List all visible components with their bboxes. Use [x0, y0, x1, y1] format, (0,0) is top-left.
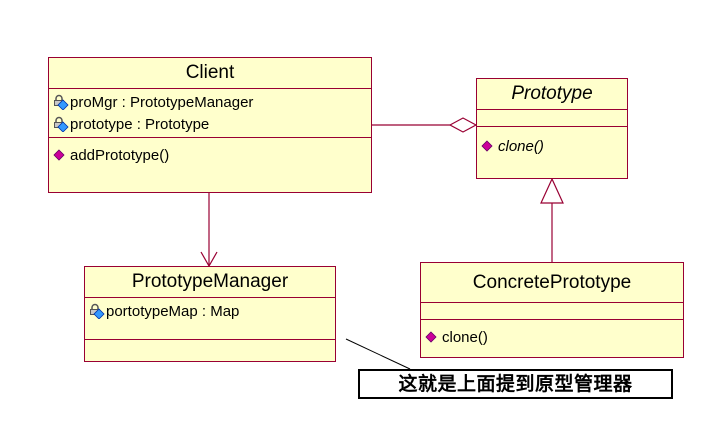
operation-row: addPrototype() [53, 144, 371, 166]
private-attribute-icon [53, 116, 69, 132]
operations-section [85, 340, 335, 344]
class-prototype-manager[interactable]: PrototypeManager portotypeMap : Map [84, 266, 336, 362]
operation-row: clone() [481, 135, 627, 157]
operations-section: clone() [477, 127, 627, 159]
class-name: PrototypeManager [85, 267, 335, 298]
public-operation-icon [481, 138, 497, 154]
class-concrete-prototype[interactable]: ConcretePrototype clone() [420, 262, 684, 358]
public-operation-icon [53, 147, 69, 163]
operation-text: clone() [442, 328, 488, 346]
attributes-section: portotypeMap : Map [85, 298, 335, 340]
attribute-row: portotypeMap : Map [89, 300, 335, 322]
attribute-text: portotypeMap : Map [106, 302, 240, 320]
attribute-text: proMgr : PrototypeManager [70, 93, 254, 111]
attribute-text: prototype : Prototype [70, 115, 210, 133]
aggregation-diamond [448, 117, 478, 133]
private-attribute-icon [53, 94, 69, 110]
operation-row: clone() [425, 326, 683, 348]
note-anchor-line [345, 338, 411, 370]
class-name: Prototype [477, 79, 627, 110]
attribute-row: prototype : Prototype [53, 113, 371, 135]
operations-section: addPrototype() [49, 138, 371, 168]
class-name: Client [49, 58, 371, 89]
attributes-section: proMgr : PrototypeManager prototype : Pr… [49, 89, 371, 138]
class-prototype[interactable]: Prototype clone() [476, 78, 628, 179]
operations-section: clone() [421, 320, 683, 350]
operation-text: clone() [498, 137, 544, 155]
attributes-section [477, 110, 627, 127]
annotation-note: 这就是上面提到原型管理器 [358, 369, 673, 399]
generalization-triangle [540, 177, 564, 204]
operation-text: addPrototype() [70, 146, 170, 164]
class-client[interactable]: Client proMgr : PrototypeManager prototy… [48, 57, 372, 193]
class-name: ConcretePrototype [421, 263, 683, 303]
private-attribute-icon [89, 303, 105, 319]
public-operation-icon [425, 329, 441, 345]
attributes-section [421, 303, 683, 320]
attribute-row: proMgr : PrototypeManager [53, 91, 371, 113]
